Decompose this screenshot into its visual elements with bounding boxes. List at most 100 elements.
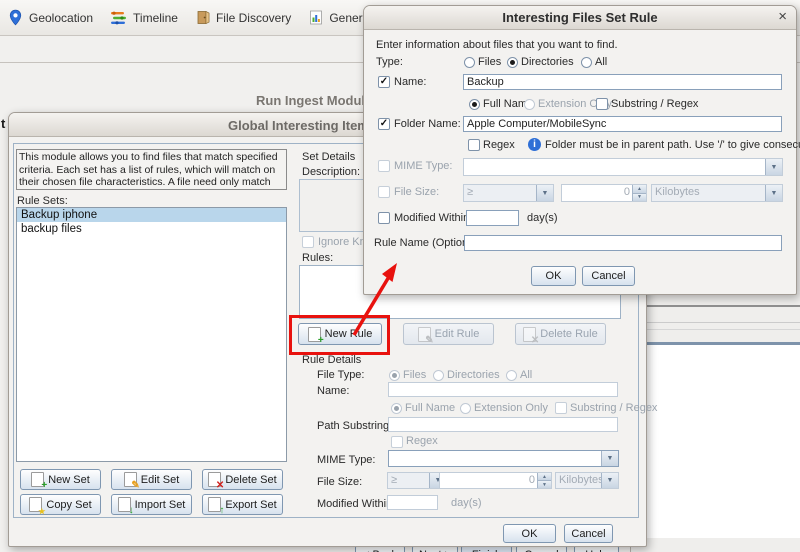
rule-sets-label: Rule Sets: <box>17 195 68 207</box>
extension-only-radio[interactable] <box>460 403 471 414</box>
timeline-icon <box>110 10 128 26</box>
delete-set-button[interactable]: ✕ Delete Set <box>202 469 283 490</box>
close-icon[interactable]: × <box>778 8 787 25</box>
spin-down-icon[interactable]: ▼ <box>538 481 551 488</box>
panel-separator <box>631 322 800 323</box>
chevron-down-icon[interactable]: ▼ <box>536 185 553 201</box>
ok-label: OK <box>522 528 538 540</box>
rule-set-item-selected[interactable]: Backup iphone <box>17 208 286 222</box>
delete-rule-icon: ✕ <box>523 327 536 342</box>
edit-rule-button[interactable]: ✎ Edit Rule <box>403 323 494 345</box>
name-input[interactable]: Backup <box>463 74 782 90</box>
chevron-down-icon[interactable]: ▼ <box>765 185 782 201</box>
folder-regex-checkbox[interactable] <box>468 139 480 151</box>
global-ok-button[interactable]: OK <box>503 524 556 543</box>
folder-name-input[interactable]: Apple Computer/MobileSync <box>463 116 782 132</box>
mime-type-combo[interactable]: ▼ <box>388 450 619 467</box>
size-value-spinner[interactable]: 0 ▲ ▼ <box>439 472 552 489</box>
directories-radio[interactable] <box>433 370 444 381</box>
file-discovery-label: File Discovery <box>216 11 291 25</box>
type-directories-radio[interactable] <box>507 57 518 68</box>
new-set-button[interactable]: + New Set <box>20 469 101 490</box>
rule-set-item[interactable]: backup files <box>17 222 286 236</box>
size-unit-combo[interactable]: Kilobytes ▼ <box>651 184 783 202</box>
size-operator-combo[interactable]: ≥ ▼ <box>387 472 447 489</box>
files-radio-label: Files <box>403 369 426 381</box>
cross-icon: ✕ <box>531 336 539 346</box>
import-set-button[interactable]: ↓ Import Set <box>111 494 192 515</box>
spin-up-icon[interactable]: ▲ <box>538 473 551 481</box>
file-discovery-button[interactable]: File Discovery <box>193 9 293 26</box>
geolocation-label: Geolocation <box>29 11 93 25</box>
file-size-checkbox[interactable] <box>378 186 390 198</box>
modified-within-input[interactable] <box>466 210 519 226</box>
mime-combo[interactable]: ▼ <box>463 158 783 176</box>
copy-set-icon: ★ <box>29 497 42 512</box>
modified-within-label: Modified Within: <box>394 212 472 224</box>
name-label: Name: <box>394 76 426 88</box>
path-substring-field[interactable] <box>388 417 618 432</box>
type-files-radio[interactable] <box>464 57 475 68</box>
name-checkbox[interactable]: ✓ <box>378 76 390 88</box>
full-name-radio[interactable] <box>469 99 480 110</box>
mime-combo-value <box>464 159 765 175</box>
rule-cancel-button[interactable]: Cancel <box>582 266 635 286</box>
size-value-spinner[interactable]: 0 ▲ ▼ <box>561 184 647 202</box>
substring-regex-label: Substring / Regex <box>611 98 698 110</box>
app-window: Geolocation Timeline File Discovery <box>0 0 800 552</box>
mime-combo-value <box>389 451 601 466</box>
ingest-right-panel <box>630 293 800 552</box>
full-name-radio[interactable] <box>391 403 402 414</box>
size-unit-combo[interactable]: Kilobytes ▼ <box>555 472 619 489</box>
extension-only-radio-label: Extension Only <box>474 402 548 414</box>
modified-within-field[interactable] <box>387 495 438 510</box>
file-size-label: File Size: <box>394 186 439 198</box>
delete-rule-button[interactable]: ✕ Delete Rule <box>515 323 606 345</box>
plus-icon: + <box>41 481 47 491</box>
chevron-down-icon[interactable]: ▼ <box>765 159 782 175</box>
type-all-radio[interactable] <box>581 57 592 68</box>
spinner-buttons[interactable]: ▲ ▼ <box>537 473 551 488</box>
edit-set-button[interactable]: ✎ Edit Set <box>111 469 192 490</box>
timeline-button[interactable]: Timeline <box>108 10 180 26</box>
rule-ok-button[interactable]: OK <box>531 266 576 286</box>
modified-within-checkbox[interactable] <box>378 212 390 224</box>
size-operator-combo[interactable]: ≥ ▼ <box>463 184 554 202</box>
geolocation-button[interactable]: Geolocation <box>5 9 95 26</box>
copy-set-button[interactable]: ★ Copy Set <box>20 494 101 515</box>
interesting-files-set-rule-dialog: Interesting Files Set Rule × Enter infor… <box>363 5 797 295</box>
new-set-icon: + <box>31 472 44 487</box>
path-regex-label: Regex <box>406 435 438 447</box>
mime-checkbox[interactable] <box>378 160 390 172</box>
annotation-arrow <box>340 253 410 345</box>
files-radio[interactable] <box>389 370 400 381</box>
ignore-known-checkbox[interactable] <box>302 236 314 248</box>
chevron-down-icon[interactable]: ▼ <box>601 473 618 488</box>
spin-up-icon[interactable]: ▲ <box>633 185 646 194</box>
substring-regex-checkbox[interactable] <box>555 402 567 414</box>
file-size-label: File Size: <box>317 476 362 488</box>
path-regex-checkbox[interactable] <box>391 436 403 448</box>
type-directories-label: Directories <box>521 56 574 68</box>
chevron-down-icon[interactable]: ▼ <box>601 451 618 466</box>
rule-sets-list[interactable]: Backup iphone backup files <box>16 207 287 462</box>
spin-down-icon[interactable]: ▼ <box>633 194 646 202</box>
ingest-white-area <box>632 345 800 538</box>
global-cancel-button[interactable]: Cancel <box>564 524 613 543</box>
rule-name-input[interactable] <box>464 235 782 251</box>
size-operator-value: ≥ <box>464 185 536 201</box>
panel-separator <box>631 329 800 330</box>
spinner-buttons[interactable]: ▲ ▼ <box>632 185 646 201</box>
all-radio[interactable] <box>506 370 517 381</box>
export-set-button[interactable]: ↑ Export Set <box>202 494 283 515</box>
substring-regex-checkbox[interactable] <box>596 98 608 110</box>
rule-name-label: Name: <box>317 385 349 397</box>
folder-name-checkbox[interactable]: ✓ <box>378 118 390 130</box>
import-set-icon: ↓ <box>118 497 131 512</box>
door-icon <box>195 9 211 26</box>
rule-details-header: Rule Details <box>302 354 361 366</box>
check-icon: ✓ <box>380 77 388 87</box>
rule-name-field[interactable] <box>388 382 618 397</box>
extension-only-radio[interactable] <box>524 99 535 110</box>
size-unit-value: Kilobytes <box>652 185 765 201</box>
